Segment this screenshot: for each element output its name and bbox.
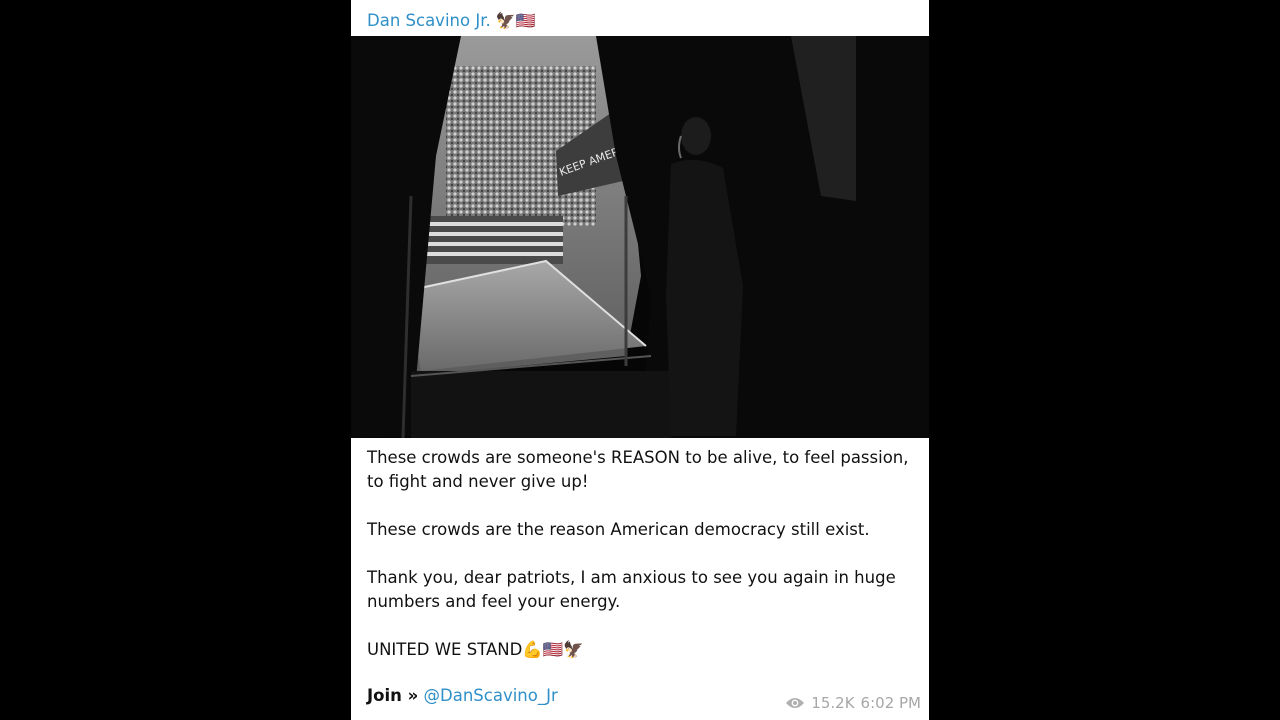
caption-paragraph: These crowds are the reason American dem…	[367, 520, 870, 539]
post-photo[interactable]: KEEP AMERICA GREAT	[351, 36, 929, 438]
caption-paragraph: These crowds are someone's REASON to be …	[367, 448, 909, 491]
join-row: Join » @DanScavino_Jr	[367, 686, 558, 705]
post-meta: 15.2K 6:02 PM	[785, 694, 921, 712]
eye-icon	[786, 698, 805, 708]
view-count: 15.2K	[811, 694, 855, 712]
person-head	[681, 117, 711, 155]
telegram-post: Dan Scavino Jr. 🦅🇺🇸 KEEP AMERICA GREA	[351, 0, 929, 720]
join-label: Join »	[367, 686, 419, 705]
caption-paragraph: Thank you, dear patriots, I am anxious t…	[367, 568, 896, 611]
caption-paragraph: UNITED WE STAND💪🇺🇸🦅	[367, 640, 584, 659]
post-header: Dan Scavino Jr. 🦅🇺🇸	[351, 0, 929, 36]
post-caption: These crowds are someone's REASON to be …	[351, 438, 929, 662]
channel-handle-link[interactable]: @DanScavino_Jr	[424, 686, 558, 705]
stairs	[411, 371, 671, 438]
header-emoji: 🦅🇺🇸	[495, 10, 536, 30]
channel-name[interactable]: Dan Scavino Jr.	[367, 11, 491, 30]
post-time: 6:02 PM	[860, 694, 921, 712]
